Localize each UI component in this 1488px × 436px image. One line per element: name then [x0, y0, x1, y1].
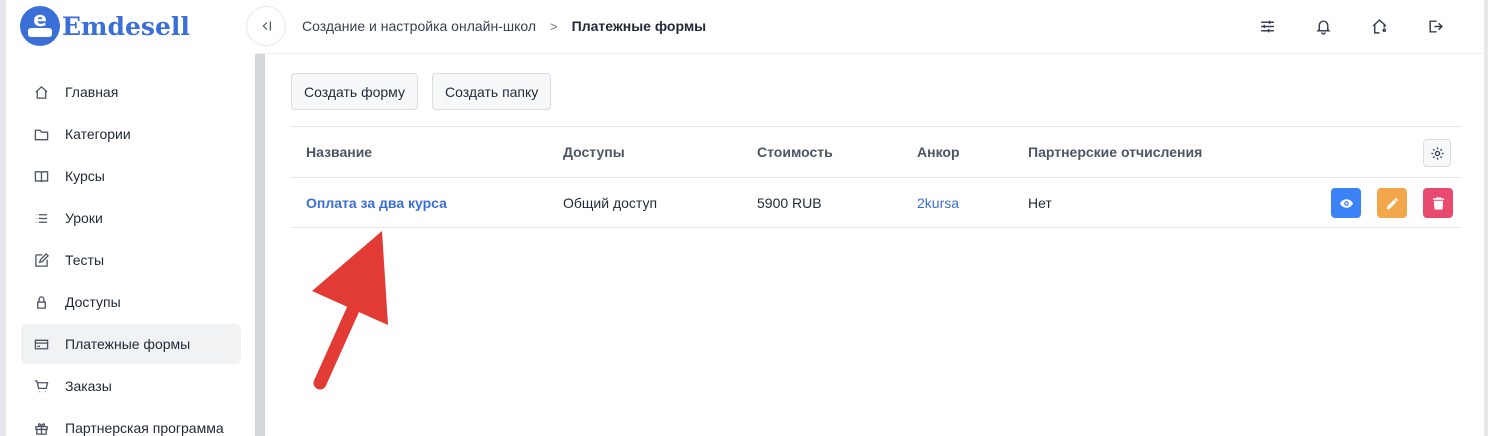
- home-settings-icon[interactable]: [1368, 15, 1390, 37]
- column-header-price[interactable]: Стоимость: [757, 127, 833, 177]
- logout-icon[interactable]: [1424, 15, 1446, 37]
- delete-button[interactable]: [1423, 188, 1453, 218]
- sidebar-item-label: Курсы: [65, 168, 105, 184]
- form-anchor-link[interactable]: 2kursa: [917, 178, 959, 227]
- logo-mark: e: [20, 6, 60, 46]
- table-settings-button[interactable]: [1423, 139, 1451, 167]
- table-header: Название Доступы Стоимость Анкор Партнер…: [291, 126, 1461, 178]
- create-form-button[interactable]: Создать форму: [291, 73, 418, 110]
- app-window: e Emdesell Главная Категории Курсы Уроки: [0, 0, 1488, 436]
- column-header-affiliate[interactable]: Партнерские отчисления: [1028, 127, 1202, 177]
- window-edge: [1484, 0, 1488, 436]
- annotation-arrow: [312, 231, 388, 390]
- pencil-icon: [1386, 197, 1398, 209]
- cart-icon: [33, 378, 49, 394]
- logo[interactable]: e Emdesell: [20, 6, 190, 46]
- sidebar-item-label: Категории: [65, 126, 131, 142]
- view-button[interactable]: [1331, 188, 1361, 218]
- sidebar-item-label: Платежные формы: [65, 336, 191, 352]
- form-price: 5900 RUB: [757, 194, 822, 211]
- column-header-name[interactable]: Название: [306, 127, 372, 177]
- sidebar-item-payment-forms[interactable]: Платежные формы: [21, 324, 241, 364]
- breadcrumb-current: Платежные формы: [571, 18, 707, 34]
- eye-icon: [1339, 198, 1353, 208]
- sidebar-item-label: Заказы: [65, 378, 112, 394]
- sidebar-item-label: Уроки: [65, 210, 103, 226]
- table-row: Оплата за два курса Общий доступ 5900 RU…: [291, 178, 1461, 228]
- sidebar-item-home[interactable]: Главная: [21, 72, 241, 112]
- trash-icon: [1432, 196, 1444, 210]
- lock-icon: [33, 294, 49, 310]
- sidebar-item-affiliate[interactable]: Партнерская программа: [21, 408, 241, 436]
- gear-icon: [1430, 146, 1444, 160]
- home-icon: [33, 84, 49, 100]
- sidebar-item-label: Доступы: [65, 294, 121, 310]
- sidebar-item-tests[interactable]: Тесты: [21, 240, 241, 280]
- sidebar-item-label: Партнерская программа: [65, 420, 224, 436]
- book-icon: [33, 168, 49, 184]
- sidebar-item-courses[interactable]: Курсы: [21, 156, 241, 196]
- collapse-sidebar-button[interactable]: [246, 6, 286, 46]
- column-header-access[interactable]: Доступы: [563, 127, 625, 177]
- edit-button[interactable]: [1377, 188, 1407, 218]
- form-access: Общий доступ: [563, 194, 658, 211]
- sidebar-item-label: Тесты: [65, 252, 105, 268]
- sidebar-item-access[interactable]: Доступы: [21, 282, 241, 322]
- breadcrumb-item[interactable]: Создание и настройка онлайн-школ: [302, 18, 536, 34]
- edit-icon: [33, 252, 49, 268]
- column-header-anchor[interactable]: Анкор: [917, 127, 960, 177]
- create-folder-button[interactable]: Создать папку: [431, 73, 552, 110]
- logo-text: Emdesell: [62, 11, 190, 41]
- form-affiliate: Нет: [1028, 194, 1052, 211]
- gift-icon: [33, 420, 49, 436]
- row-actions: [1331, 188, 1453, 218]
- toolbar: Создать форму Создать папку: [291, 73, 552, 110]
- sidebar-item-label: Главная: [65, 84, 119, 100]
- collapse-arrow-icon: [262, 21, 271, 31]
- sliders-icon[interactable]: [1256, 15, 1278, 37]
- bell-icon[interactable]: [1312, 15, 1334, 37]
- credit-card-icon: [33, 336, 49, 352]
- list-icon: [33, 210, 49, 226]
- breadcrumb: Создание и настройка онлайн-школ > Плате…: [302, 18, 706, 34]
- folder-icon: [33, 126, 49, 142]
- form-name-link[interactable]: Оплата за два курса: [306, 178, 447, 227]
- sidebar-item-categories[interactable]: Категории: [21, 114, 241, 154]
- sidebar-item-orders[interactable]: Заказы: [21, 366, 241, 406]
- header-actions: [1256, 15, 1446, 37]
- sidebar: e Emdesell Главная Категории Курсы Уроки: [0, 0, 255, 436]
- sidebar-nav: Главная Категории Курсы Уроки Тесты Дост…: [21, 72, 241, 436]
- payment-forms-table: Название Доступы Стоимость Анкор Партнер…: [291, 126, 1461, 228]
- sidebar-item-lessons[interactable]: Уроки: [21, 198, 241, 238]
- sidebar-scrollbar[interactable]: [255, 54, 265, 436]
- chevron-right-icon: >: [550, 18, 558, 34]
- top-header: Создание и настройка онлайн-школ > Плате…: [246, 0, 1484, 54]
